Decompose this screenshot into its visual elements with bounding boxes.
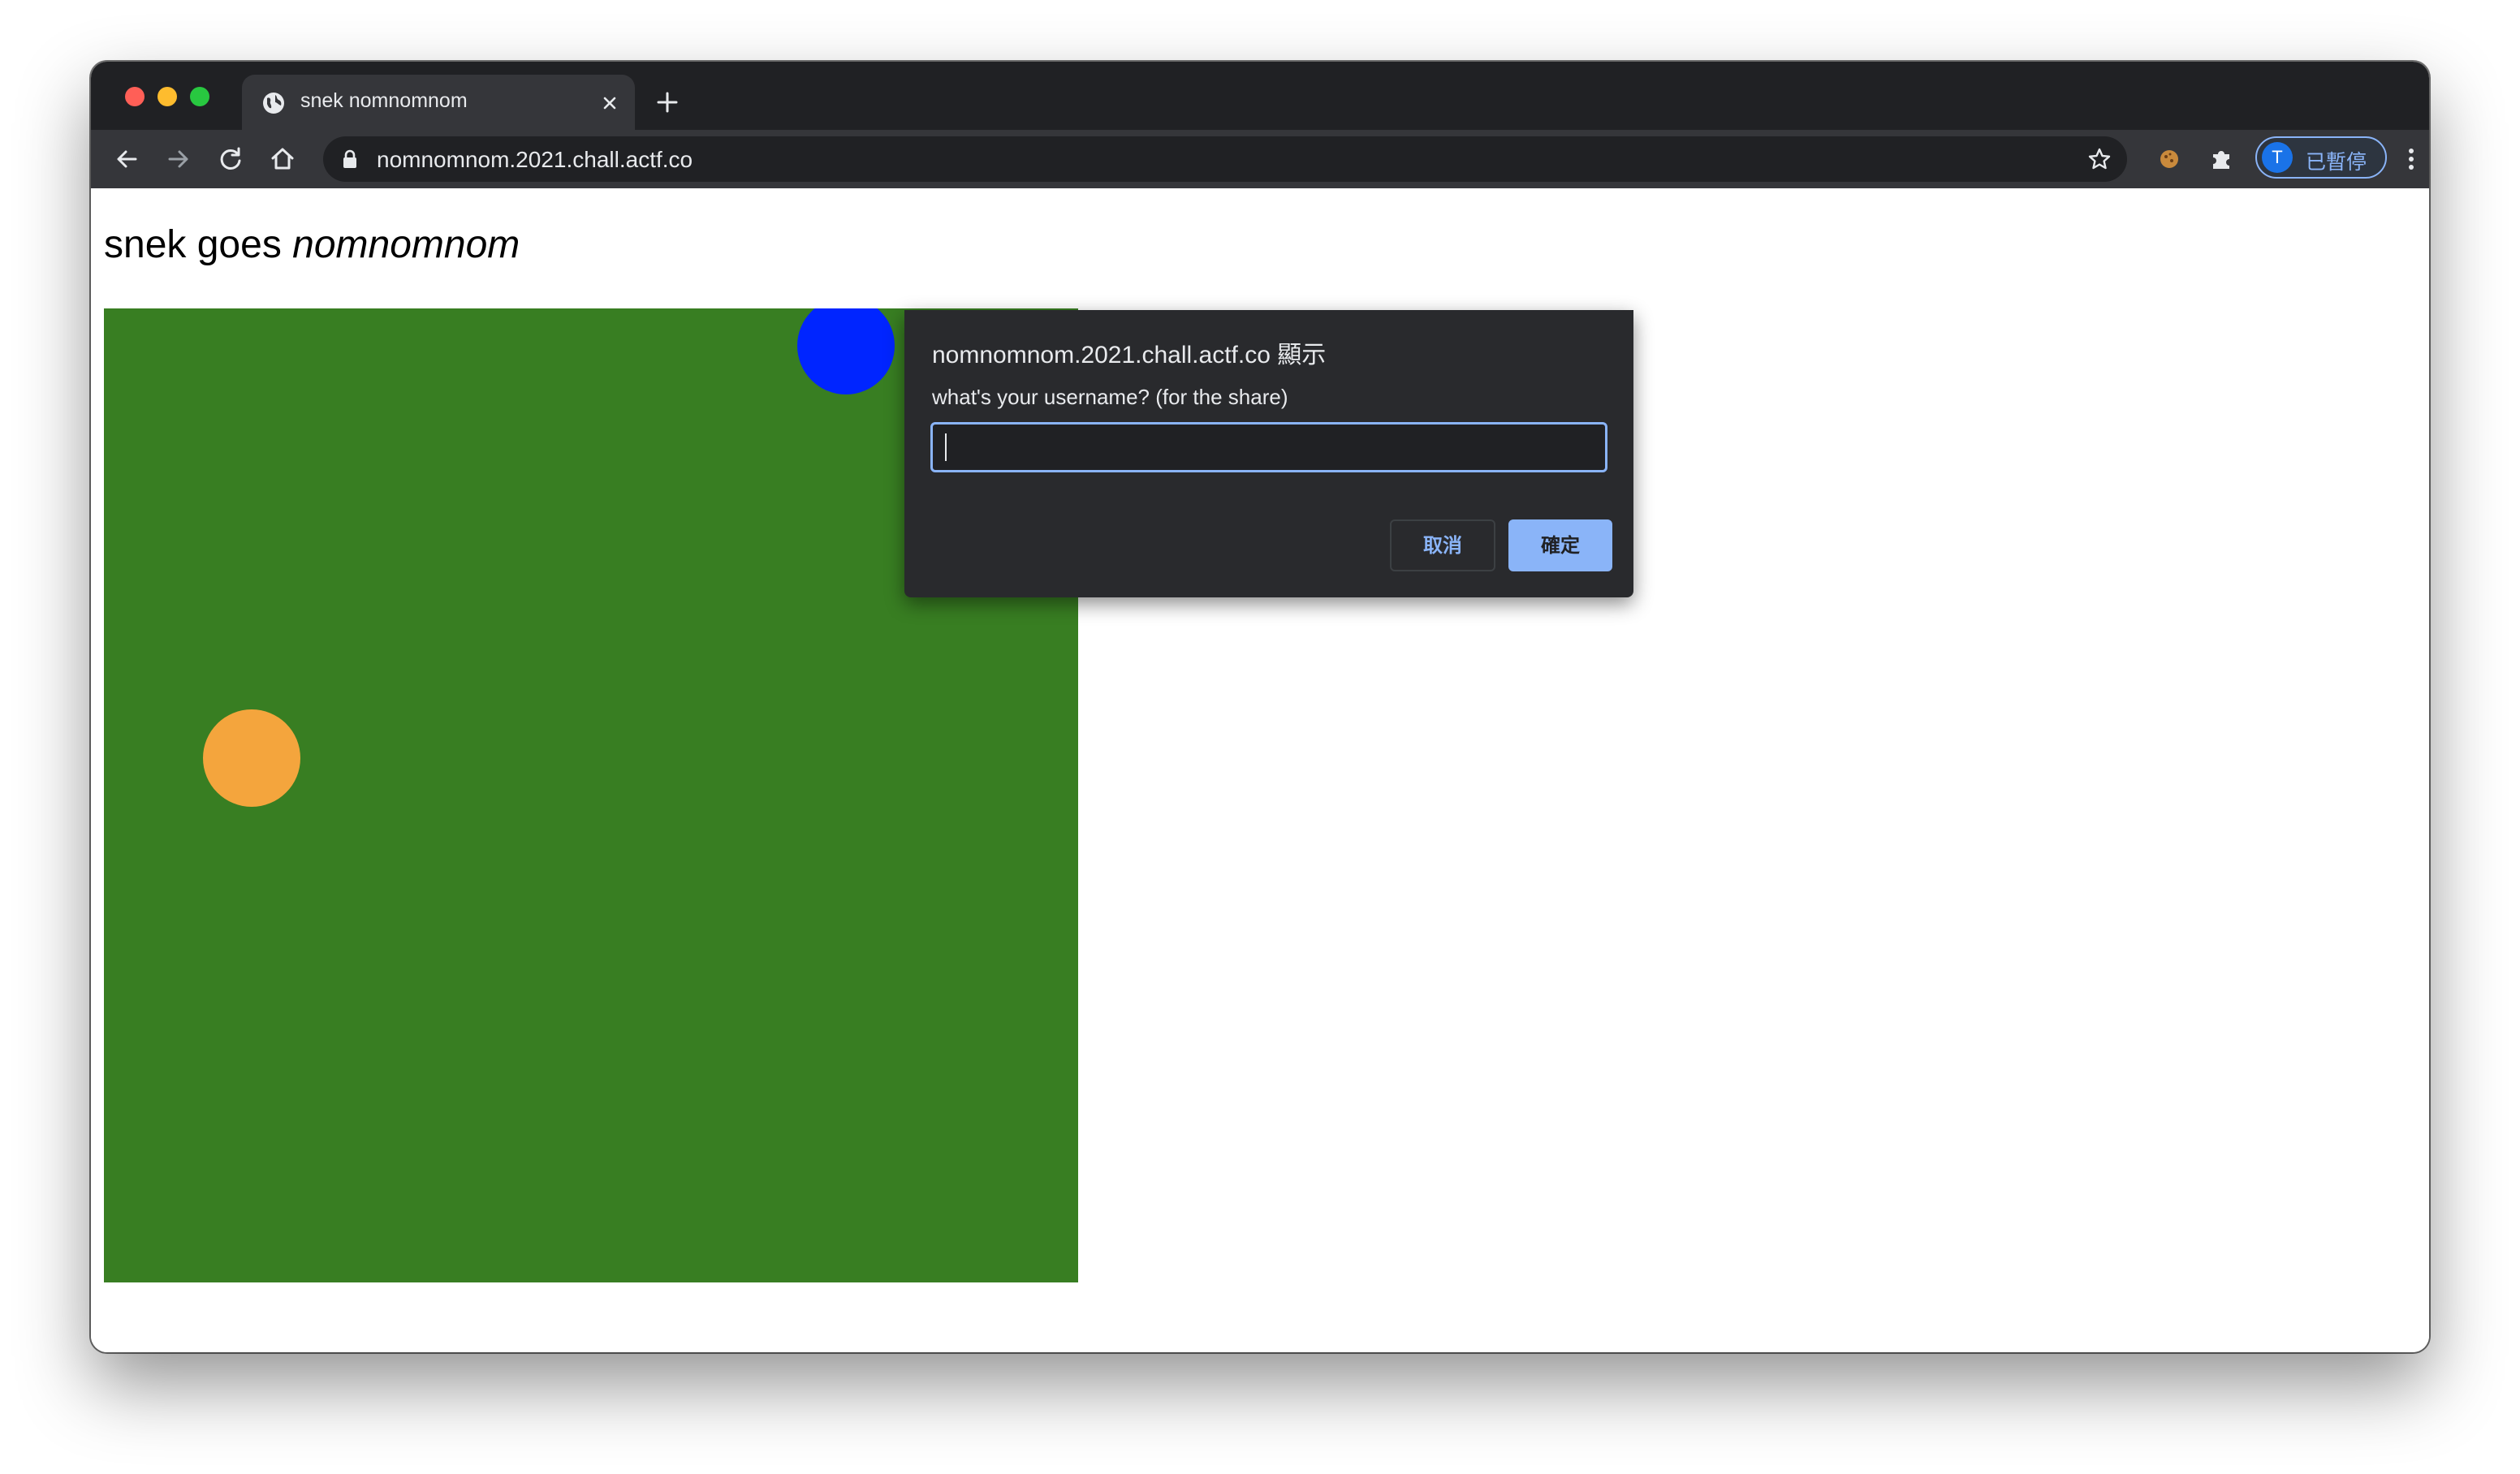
globe-icon: [263, 93, 284, 114]
profile-status: 已暫停: [2306, 151, 2367, 174]
arrow-left-icon[interactable]: [110, 143, 143, 175]
puzzle-icon[interactable]: [2205, 143, 2237, 175]
dialog-message: what's your username? (for the share): [932, 385, 1288, 409]
food-pellet: [203, 709, 300, 807]
page-viewport: snek goes nomnomnom nomnomnom.2021.chall…: [91, 188, 2429, 1352]
page-title: snek goes nomnomnom: [104, 222, 520, 267]
close-window-button[interactable]: [125, 87, 145, 106]
home-icon[interactable]: [266, 143, 299, 175]
zoom-window-button[interactable]: [190, 87, 209, 106]
tab-active[interactable]: snek nomnomnom: [242, 75, 635, 130]
kebab-menu-icon[interactable]: [2395, 143, 2427, 175]
tab-strip: snek nomnomnom: [91, 62, 2429, 130]
lock-icon[interactable]: [341, 149, 359, 169]
browser-window: snek nomnomnom nomnomnom.2021.chall.actf…: [91, 62, 2429, 1352]
url-text[interactable]: nomnomnom.2021.chall.actf.co: [377, 147, 693, 173]
arrow-right-icon[interactable]: [162, 143, 195, 175]
prompt-dialog: nomnomnom.2021.chall.actf.co 顯示 what's y…: [904, 310, 1633, 597]
profile-button[interactable]: T 已暫停: [2255, 136, 2387, 179]
close-icon[interactable]: [598, 91, 622, 115]
tab-title: snek nomnomnom: [300, 89, 468, 112]
username-input[interactable]: [930, 422, 1607, 472]
screenshot-stage: snek nomnomnom nomnomnom.2021.chall.actf…: [0, 0, 2520, 1474]
plus-icon[interactable]: [653, 88, 682, 117]
dialog-origin: nomnomnom.2021.chall.actf.co 顯示: [932, 342, 1327, 368]
ok-button[interactable]: 確定: [1508, 519, 1612, 571]
browser-toolbar: nomnomnom.2021.chall.actf.co T 已暫停: [91, 130, 2429, 188]
avatar: T: [2262, 142, 2293, 173]
minimize-window-button[interactable]: [158, 87, 177, 106]
text-caret: [945, 433, 947, 461]
page-title-italic: nomnomnom: [292, 223, 520, 266]
address-bar[interactable]: nomnomnom.2021.chall.actf.co: [323, 136, 2127, 182]
cookie-icon[interactable]: [2153, 143, 2186, 175]
page-title-plain: snek goes: [104, 223, 293, 266]
cancel-button[interactable]: 取消: [1390, 519, 1495, 571]
star-icon[interactable]: [2086, 146, 2112, 172]
reload-icon[interactable]: [214, 143, 247, 175]
